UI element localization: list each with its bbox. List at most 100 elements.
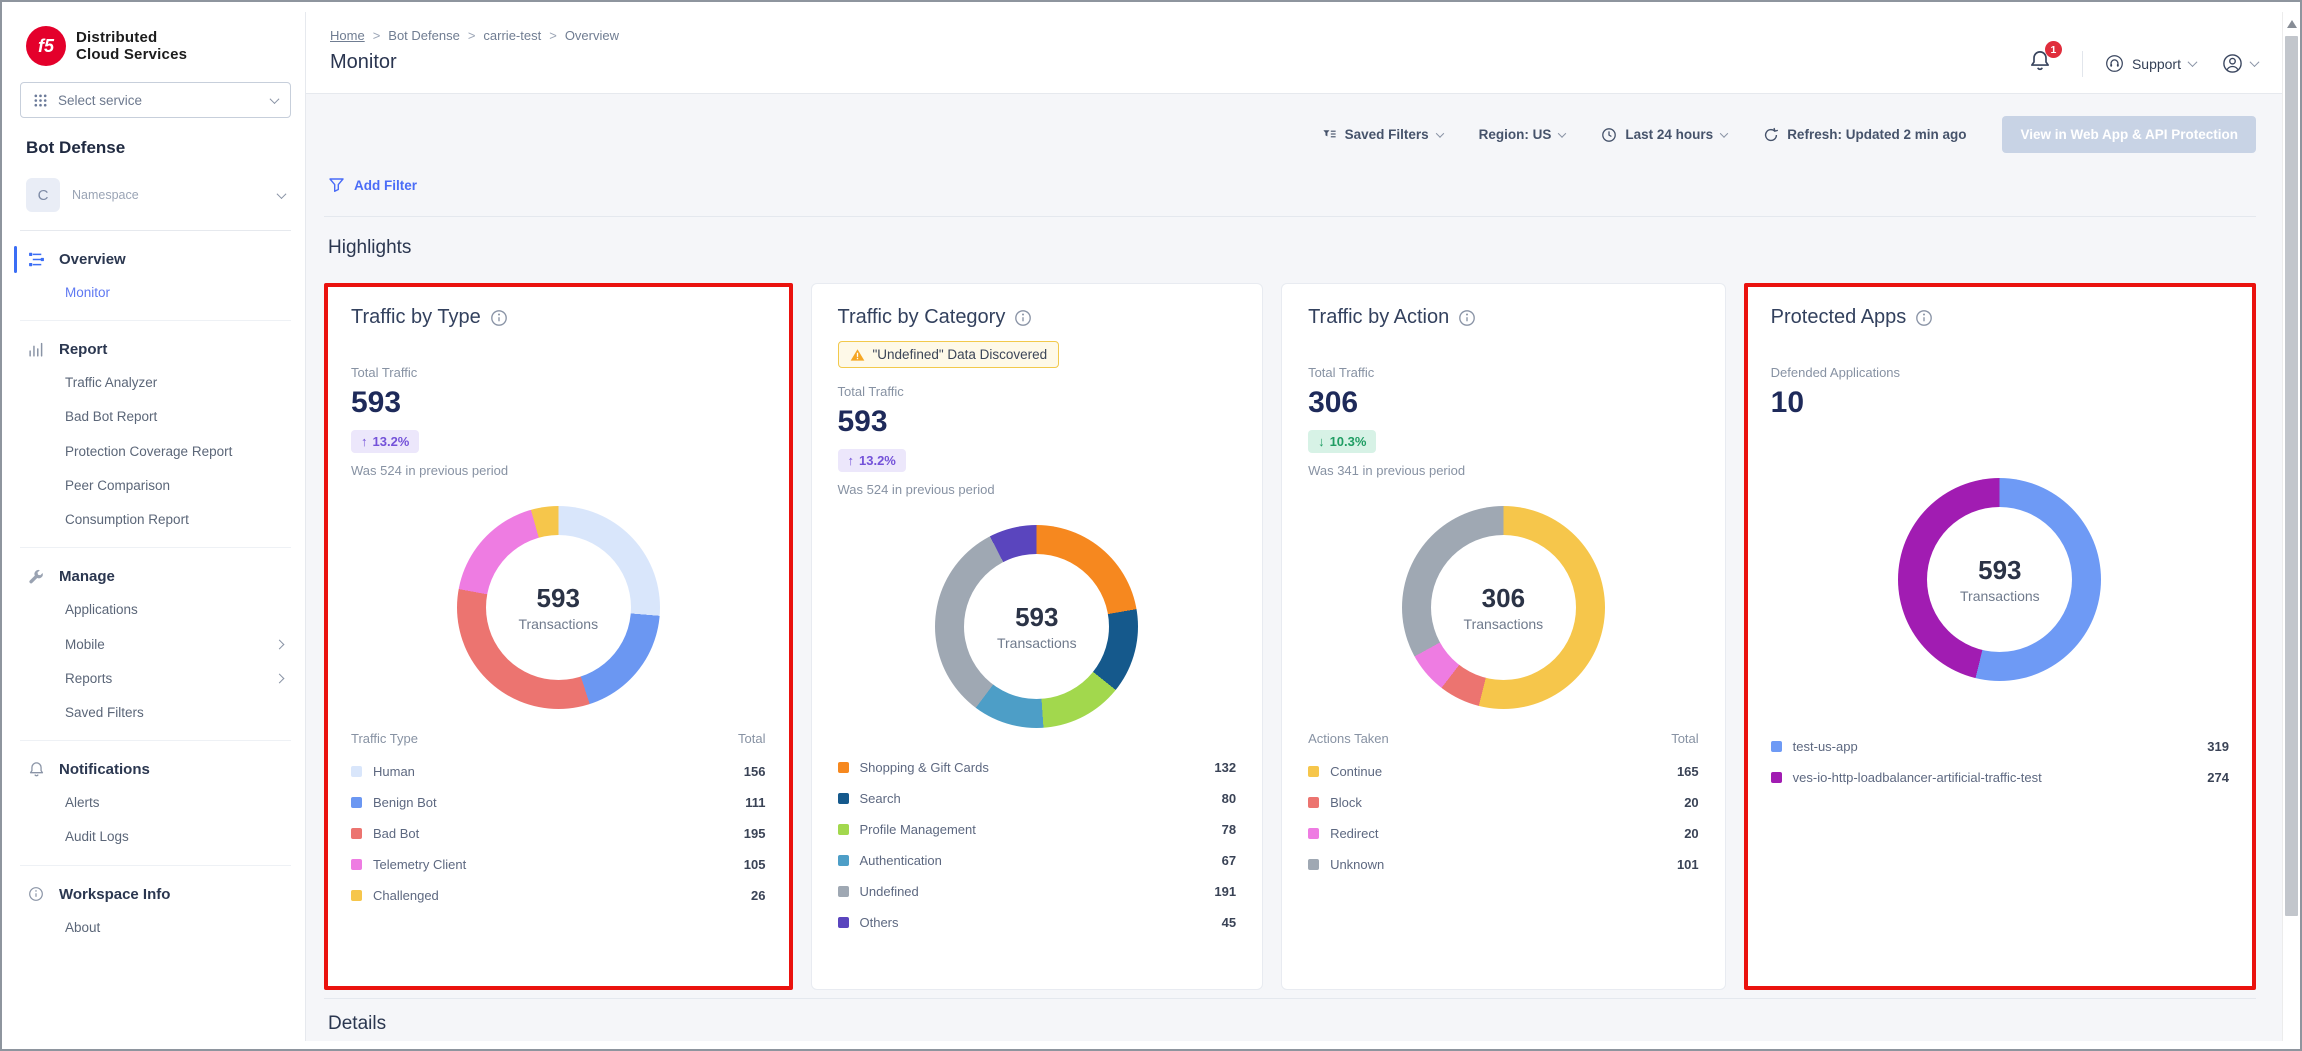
metric-value: 593	[351, 386, 766, 420]
sidebar-item-applications[interactable]: Applications	[20, 593, 291, 627]
trend-arrow-icon: ↑	[361, 434, 368, 449]
sidebar-item-label: About	[65, 919, 100, 937]
sidebar-section-label: Overview	[59, 251, 126, 268]
legend-item: Unknown101	[1308, 849, 1699, 880]
legend-label: Challenged	[373, 888, 439, 903]
refresh-button[interactable]: Refresh: Updated 2 min ago	[1763, 127, 1966, 143]
legend-label: Bad Bot	[373, 826, 419, 841]
scroll-up-arrow-icon[interactable]	[2287, 20, 2297, 28]
funnel-icon	[328, 177, 345, 193]
legend-label: Benign Bot	[373, 795, 437, 810]
warning-text: "Undefined" Data Discovered	[873, 347, 1048, 362]
saved-filters-dropdown[interactable]: Saved Filters	[1322, 127, 1443, 142]
legend-item: Authentication67	[838, 845, 1237, 876]
comparison-text: Was 524 in previous period	[351, 463, 766, 478]
sidebar-item-manage[interactable]: Manage	[20, 560, 291, 593]
legend-value: 105	[744, 857, 766, 872]
sidebar-item-report[interactable]: Report	[20, 333, 291, 366]
sidebar-item-label: Applications	[65, 601, 138, 619]
trend-badge: ↓ 10.3%	[1308, 430, 1376, 453]
legend-swatch	[838, 824, 849, 835]
info-icon[interactable]	[1915, 309, 1933, 327]
legend-swatch	[838, 793, 849, 804]
select-service-dropdown[interactable]: Select service	[20, 82, 291, 118]
legend-label: ves-io-http-loadbalancer-artificial-traf…	[1793, 770, 2042, 785]
legend-label: Profile Management	[860, 822, 976, 837]
overview-icon	[26, 251, 46, 268]
support-menu[interactable]: Support	[2105, 54, 2196, 73]
comparison-text: Was 341 in previous period	[1308, 463, 1699, 478]
sidebar-item-label: Consumption Report	[65, 511, 189, 529]
sidebar-item-consumption-report[interactable]: Consumption Report	[20, 503, 291, 537]
sidebar-item-overview[interactable]: Overview	[20, 243, 291, 276]
filter-lines-icon	[1322, 128, 1337, 142]
sidebar-section-workspace-info: Workspace Info About	[20, 865, 291, 955]
sidebar-item-traffic-analyzer[interactable]: Traffic Analyzer	[20, 366, 291, 400]
legend-value: 195	[744, 826, 766, 841]
breadcrumb-separator: >	[468, 28, 476, 43]
sidebar-section-label: Notifications	[59, 761, 150, 778]
view-in-waap-button[interactable]: View in Web App & API Protection	[2002, 116, 2256, 153]
sidebar-item-alerts[interactable]: Alerts	[20, 786, 291, 820]
chevron-down-icon	[270, 94, 280, 104]
legend-label: Block	[1330, 795, 1362, 810]
legend: Human156Benign Bot111Bad Bot195Telemetry…	[351, 756, 766, 911]
namespace-selector[interactable]: C Namespace	[20, 174, 291, 231]
time-range-label: Last 24 hours	[1625, 127, 1713, 142]
account-menu[interactable]	[2222, 53, 2258, 74]
notifications-icon	[26, 761, 46, 778]
info-icon[interactable]	[1458, 309, 1476, 327]
sidebar-item-mobile[interactable]: Mobile	[20, 628, 291, 662]
namespace-avatar: C	[26, 178, 60, 212]
notifications-bell-button[interactable]: 1	[2020, 45, 2060, 82]
sidebar-item-bad-bot-report[interactable]: Bad Bot Report	[20, 400, 291, 434]
legend-swatch	[1308, 828, 1319, 839]
grid-icon	[33, 93, 48, 108]
card-traffic-by-action: Traffic by Action Total Traffic 306 ↓ 10…	[1281, 283, 1726, 990]
breadcrumb-item-overview[interactable]: Overview	[565, 28, 619, 43]
legend-item: Benign Bot111	[351, 787, 766, 818]
donut-chart: 593 Transactions	[457, 506, 660, 709]
info-icon[interactable]	[490, 309, 508, 327]
add-filter-label: Add Filter	[354, 178, 417, 193]
card-protected-apps: Protected Apps Defended Applications 10 …	[1744, 283, 2256, 990]
sidebar-item-notifications[interactable]: Notifications	[20, 753, 291, 786]
breadcrumb-item-bot-defense[interactable]: Bot Defense	[388, 28, 460, 43]
legend-item: Continue165	[1308, 756, 1699, 787]
metric-label: Defended Applications	[1771, 365, 2229, 380]
select-service-label: Select service	[58, 93, 142, 108]
sidebar-item-protection-coverage-report[interactable]: Protection Coverage Report	[20, 435, 291, 469]
legend-label: Others	[860, 915, 899, 930]
breadcrumb-item-carrie-test[interactable]: carrie-test	[483, 28, 541, 43]
sidebar-item-about[interactable]: About	[20, 911, 291, 945]
legend-label: Human	[373, 764, 415, 779]
legend: Shopping & Gift Cards132Search80Profile …	[838, 752, 1237, 938]
legend-item: test-us-app319	[1771, 731, 2229, 762]
breadcrumb-item-home[interactable]: Home	[330, 28, 365, 43]
add-filter-button[interactable]: Add Filter	[328, 177, 417, 193]
sidebar-item-monitor[interactable]: Monitor	[20, 276, 291, 310]
sidebar-item-workspace-info[interactable]: Workspace Info	[20, 878, 291, 911]
sidebar-item-reports[interactable]: Reports	[20, 662, 291, 696]
sidebar-item-peer-comparison[interactable]: Peer Comparison	[20, 469, 291, 503]
time-range-dropdown[interactable]: Last 24 hours	[1601, 127, 1727, 143]
sidebar-item-label: Monitor	[65, 284, 110, 302]
sidebar-section-overview: Overview Monitor	[20, 231, 291, 320]
sidebar-item-saved-filters[interactable]: Saved Filters	[20, 696, 291, 730]
donut-chart: 306 Transactions	[1402, 506, 1605, 709]
undefined-data-warning-badge[interactable]: "Undefined" Data Discovered	[838, 341, 1060, 368]
sidebar-section-notifications: Notifications AlertsAudit Logs	[20, 740, 291, 864]
brand-logo: f5 Distributed Cloud Services	[26, 26, 291, 66]
vertical-scrollbar[interactable]	[2282, 12, 2300, 1041]
info-icon[interactable]	[1014, 309, 1032, 327]
product-title: Bot Defense	[26, 138, 291, 158]
sidebar-item-audit-logs[interactable]: Audit Logs	[20, 820, 291, 854]
region-dropdown[interactable]: Region: US	[1479, 127, 1566, 142]
brand-name: Distributed Cloud Services	[76, 29, 187, 64]
scrollbar-thumb[interactable]	[2285, 36, 2298, 916]
region-label: Region: US	[1479, 127, 1552, 142]
legend-label: Redirect	[1330, 826, 1378, 841]
metric-value: 306	[1308, 386, 1699, 420]
metric-value: 593	[838, 405, 1237, 439]
legend-value: 132	[1214, 760, 1236, 775]
